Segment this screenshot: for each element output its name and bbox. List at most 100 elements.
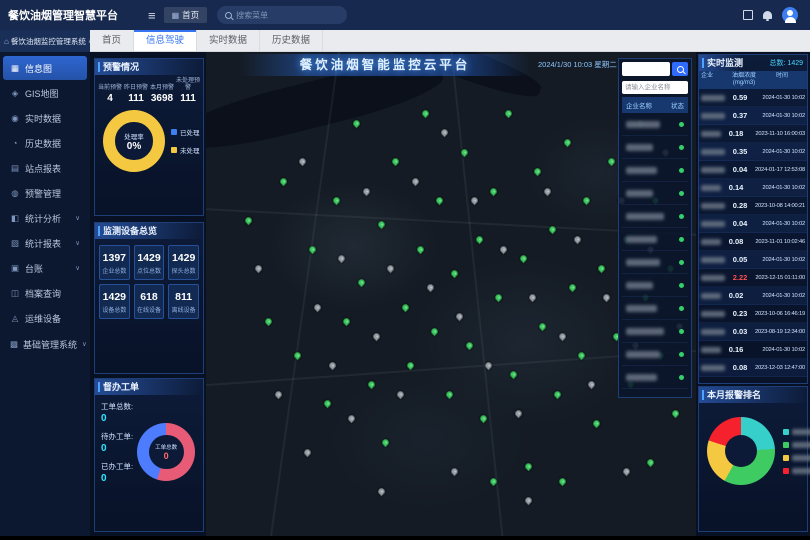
company-name-select[interactable]	[622, 81, 688, 94]
sidebar-item[interactable]: ◬ 运维设备	[3, 306, 87, 330]
company-row[interactable]	[622, 274, 688, 297]
map-pin[interactable]	[376, 220, 386, 230]
company-row[interactable]	[622, 182, 688, 205]
sidebar-item[interactable]: ▤ 站点报表	[3, 156, 87, 180]
realtime-row[interactable]: 0.28 2023-10-08 14:00:21	[699, 197, 807, 215]
map-pin[interactable]	[518, 254, 528, 264]
map-pin[interactable]	[454, 312, 464, 322]
map-pin[interactable]	[347, 414, 357, 424]
map-pin[interactable]	[376, 486, 386, 496]
realtime-row[interactable]: 0.59 2024-01-30 10:02	[699, 89, 807, 107]
company-row[interactable]	[622, 136, 688, 159]
map-pin[interactable]	[567, 283, 577, 293]
map-pin[interactable]	[327, 360, 337, 370]
map-pin[interactable]	[332, 196, 342, 206]
home-chip[interactable]: ▦ 首页	[164, 7, 208, 23]
company-row[interactable]	[622, 366, 688, 389]
sidebar-item[interactable]: ◈ GIS地图	[3, 81, 87, 105]
company-row[interactable]	[622, 159, 688, 182]
map-pin[interactable]	[479, 414, 489, 424]
realtime-row[interactable]: 0.37 2024-01-30 10:02	[699, 107, 807, 125]
map-pin[interactable]	[303, 447, 313, 457]
map-pin[interactable]	[415, 244, 425, 254]
realtime-row[interactable]: 0.04 2024-01-17 12:53:08	[699, 161, 807, 179]
map-pin[interactable]	[469, 196, 479, 206]
map-pin[interactable]	[572, 234, 582, 244]
map-pin[interactable]	[254, 264, 264, 274]
realtime-row[interactable]: 0.03 2023-08-19 12:34:00	[699, 323, 807, 341]
map-pin[interactable]	[391, 157, 401, 167]
map-pin[interactable]	[420, 109, 430, 119]
sidebar-section-basic-mgmt[interactable]: ▩ 基础管理系统 ∨	[3, 332, 87, 356]
sidebar-item[interactable]: ◍ 预警管理	[3, 181, 87, 205]
map-pin[interactable]	[670, 409, 680, 419]
map-pin[interactable]	[538, 322, 548, 332]
map-pin[interactable]	[606, 157, 616, 167]
realtime-row[interactable]: 0.18 2023-11-10 16:00:03	[699, 125, 807, 143]
map-pin[interactable]	[425, 283, 435, 293]
map-pin[interactable]	[543, 186, 553, 196]
company-row[interactable]	[622, 251, 688, 274]
page-tab[interactable]: 实时数据	[197, 30, 260, 51]
map-pin[interactable]	[298, 157, 308, 167]
sidebar-item[interactable]: ◔ 历史数据	[3, 131, 87, 155]
map-pin[interactable]	[273, 389, 283, 399]
map-pin[interactable]	[528, 293, 538, 303]
map-pin[interactable]	[440, 128, 450, 138]
map-pin[interactable]	[450, 268, 460, 278]
sidebar-item[interactable]: ▣ 台账 ∨	[3, 256, 87, 280]
realtime-row[interactable]: 0.16 2024-01-30 10:02	[699, 341, 807, 359]
map-pin[interactable]	[322, 399, 332, 409]
bell-icon[interactable]	[763, 11, 772, 19]
map-pin[interactable]	[435, 196, 445, 206]
map-pin[interactable]	[371, 331, 381, 341]
map-pin[interactable]	[557, 331, 567, 341]
map-pin[interactable]	[474, 234, 484, 244]
map-pin[interactable]	[410, 176, 420, 186]
menu-search-input[interactable]	[236, 11, 336, 20]
realtime-row[interactable]: 0.02 2024-01-30 10:02	[699, 287, 807, 305]
page-tab[interactable]: 信息驾驶	[134, 30, 197, 51]
realtime-row[interactable]: 0.08 2023-12-03 12:47:00	[699, 359, 807, 377]
map-pin[interactable]	[361, 186, 371, 196]
menu-toggle-icon[interactable]: ≡	[140, 8, 164, 23]
map-pin[interactable]	[342, 317, 352, 327]
sidebar-item[interactable]: ▧ 统计报表 ∨	[3, 231, 87, 255]
map-pin[interactable]	[552, 389, 562, 399]
map-pin[interactable]	[312, 302, 322, 312]
map-pin[interactable]	[450, 467, 460, 477]
map-pin[interactable]	[278, 176, 288, 186]
map-pin[interactable]	[352, 118, 362, 128]
map-pin[interactable]	[592, 418, 602, 428]
map-pin[interactable]	[601, 293, 611, 303]
map-pin[interactable]	[386, 264, 396, 274]
map-pin[interactable]	[587, 380, 597, 390]
map-pin[interactable]	[621, 467, 631, 477]
map-pin[interactable]	[244, 215, 254, 225]
realtime-row[interactable]: 0.23 2023-10-06 16:46:19	[699, 305, 807, 323]
map-pin[interactable]	[366, 380, 376, 390]
realtime-row[interactable]: 2.22 2023-12-15 01:11:00	[699, 269, 807, 287]
map-pin[interactable]	[464, 341, 474, 351]
map-pin[interactable]	[503, 109, 513, 119]
map-pin[interactable]	[381, 438, 391, 448]
realtime-row[interactable]: 0.04 2024-01-30 10:02	[699, 215, 807, 233]
map-pin[interactable]	[646, 457, 656, 467]
menu-search[interactable]	[217, 6, 347, 24]
map-pin[interactable]	[513, 409, 523, 419]
map-pin[interactable]	[523, 496, 533, 506]
map-pin[interactable]	[562, 138, 572, 148]
user-avatar[interactable]	[782, 7, 798, 23]
sidebar-item[interactable]: ▦ 信息图	[3, 56, 87, 80]
company-search-button[interactable]	[672, 62, 688, 76]
map-pin[interactable]	[263, 317, 273, 327]
company-row[interactable]	[622, 343, 688, 366]
company-row[interactable]	[622, 113, 688, 136]
map-pin[interactable]	[494, 293, 504, 303]
map-pin[interactable]	[499, 244, 509, 254]
map-pin[interactable]	[396, 389, 406, 399]
sidebar-item[interactable]: ◉ 实时数据	[3, 106, 87, 130]
sidebar-item[interactable]: ◫ 档案查询	[3, 281, 87, 305]
map-pin[interactable]	[356, 278, 366, 288]
page-tab[interactable]: 首页	[90, 30, 134, 51]
